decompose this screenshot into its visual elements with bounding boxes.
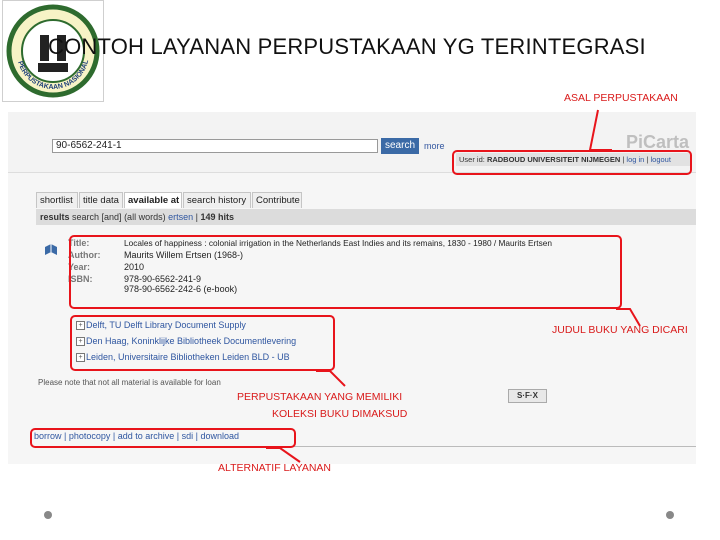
callout-memiliki-1: PERPUSTAKAAN YANG MEMILIKI [237, 391, 403, 403]
callout-judul: JUDUL BUKU YANG DICARI [552, 324, 688, 336]
pointer-asal [588, 109, 612, 151]
callout-pointers [266, 109, 641, 463]
callout-asal: ASAL PERPUSTAKAAN [564, 92, 678, 104]
callout-memiliki-2: KOLEKSI BUKU DIMAKSUD [272, 408, 408, 420]
slide-dot-right [666, 511, 674, 519]
callout-alternatif: ALTERNATIF LAYANAN [218, 462, 331, 474]
slide-dot-left [44, 511, 52, 519]
pointer-alternatif [266, 447, 301, 463]
pointer-memiliki [316, 370, 346, 387]
